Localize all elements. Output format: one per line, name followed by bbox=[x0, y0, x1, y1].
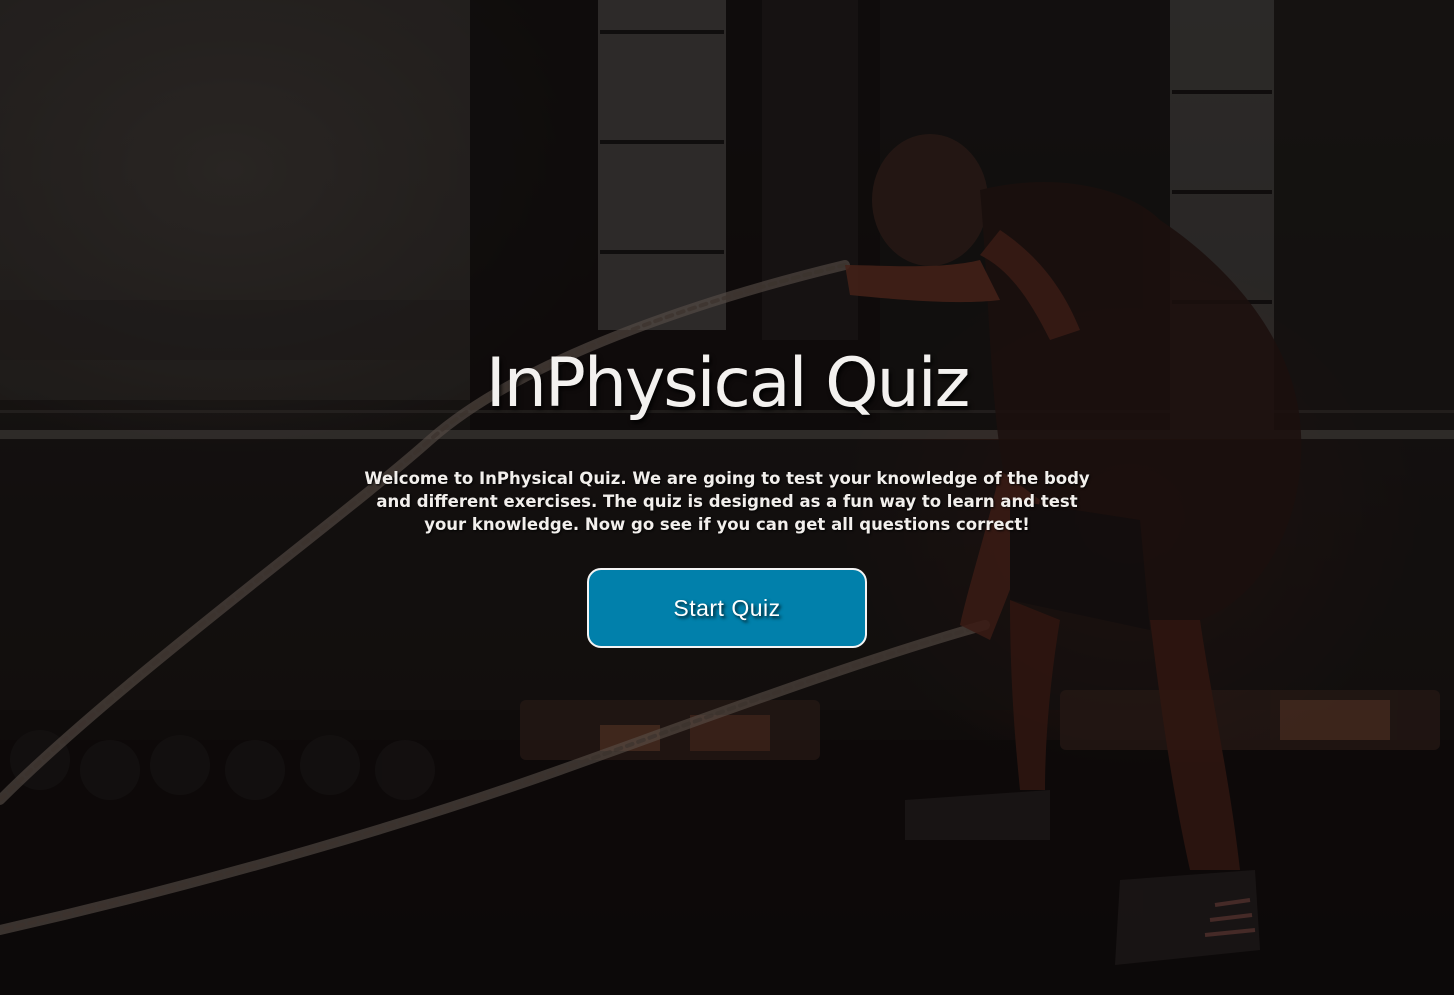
intro-text: Welcome to InPhysical Quiz. We are going… bbox=[357, 467, 1097, 536]
hero-content: InPhysical Quiz Welcome to InPhysical Qu… bbox=[0, 0, 1454, 995]
start-quiz-button[interactable]: Start Quiz bbox=[587, 568, 867, 648]
landing-page: InPhysical Quiz Welcome to InPhysical Qu… bbox=[0, 0, 1454, 995]
intro-line-1: Welcome to InPhysical Quiz. We are going… bbox=[364, 469, 1090, 488]
page-title: InPhysical Quiz bbox=[485, 344, 971, 423]
intro-line-2: and different exercises. The quiz is des… bbox=[376, 492, 1078, 511]
intro-line-3: your knowledge. Now go see if you can ge… bbox=[424, 515, 1030, 534]
start-quiz-button-label: Start Quiz bbox=[673, 594, 781, 621]
